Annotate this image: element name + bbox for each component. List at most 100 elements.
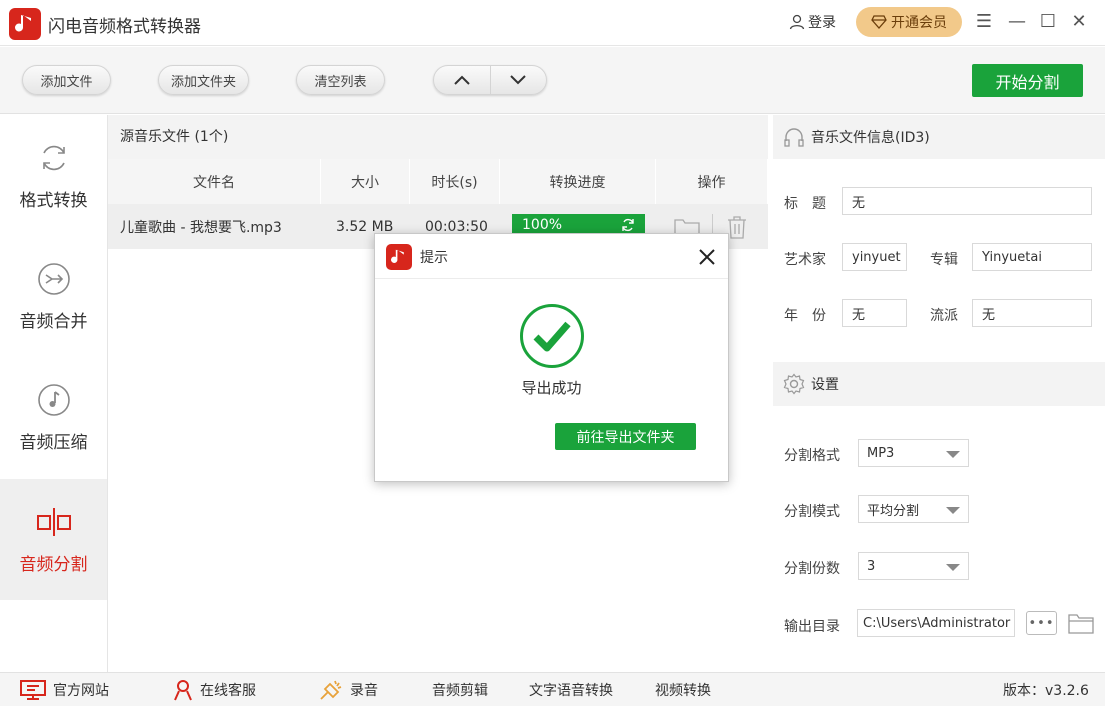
audio-edit-link[interactable]: 音频剪辑 bbox=[432, 673, 488, 706]
move-down-button[interactable] bbox=[489, 66, 547, 94]
column-header-progress: 转换进度 bbox=[500, 159, 656, 204]
app-logo-icon bbox=[386, 244, 412, 270]
bottom-bar: 官方网站 在线客服 录音 音频剪辑 文字语音转换 视频转换 版本：v3.2.6 bbox=[0, 672, 1105, 706]
id3-section-header: 音乐文件信息(ID3) bbox=[773, 115, 1105, 159]
split-format-label: 分割格式 bbox=[784, 448, 840, 464]
genre-label: 流派 bbox=[930, 308, 958, 324]
sidebar-item-audio-merge[interactable]: 音频合并 bbox=[0, 236, 107, 357]
user-icon bbox=[789, 14, 805, 30]
diamond-icon bbox=[871, 15, 887, 29]
maximize-button[interactable]: ☐ bbox=[1037, 10, 1059, 32]
folder-icon[interactable] bbox=[1068, 612, 1094, 638]
chevron-down-icon bbox=[510, 75, 526, 85]
progress-label: 100% bbox=[522, 217, 563, 233]
monitor-icon bbox=[20, 680, 46, 700]
vip-label: 开通会员 bbox=[891, 15, 947, 31]
close-icon bbox=[699, 249, 715, 265]
album-field[interactable]: Yinyuetai bbox=[972, 243, 1092, 271]
app-logo-icon bbox=[9, 8, 41, 40]
person-icon bbox=[174, 680, 192, 701]
login-button[interactable]: 登录 bbox=[789, 12, 836, 32]
year-field[interactable]: 无 bbox=[842, 299, 907, 327]
refresh-icon[interactable] bbox=[621, 218, 635, 232]
toolbar: 添加文件 添加文件夹 清空列表 开始分割 bbox=[0, 47, 1105, 114]
website-label: 官方网站 bbox=[53, 683, 109, 699]
chevron-up-icon bbox=[454, 75, 470, 85]
record-label: 录音 bbox=[350, 683, 378, 699]
output-dir-label: 输出目录 bbox=[784, 619, 840, 635]
caret-down-icon bbox=[946, 507, 960, 514]
column-header-duration: 时长(s) bbox=[410, 159, 500, 204]
title-label: 标 题 bbox=[784, 196, 826, 212]
service-label: 在线客服 bbox=[200, 683, 256, 699]
output-dir-field[interactable]: C:\Users\Administrator bbox=[857, 609, 1015, 637]
genre-field[interactable]: 无 bbox=[972, 299, 1092, 327]
start-split-button[interactable]: 开始分割 bbox=[972, 64, 1083, 97]
website-link[interactable]: 官方网站 bbox=[19, 673, 109, 706]
refresh-icon bbox=[36, 140, 72, 176]
open-export-folder-button[interactable]: 前往导出文件夹 bbox=[555, 423, 696, 450]
vip-button[interactable]: 开通会员 bbox=[856, 7, 962, 37]
column-header-filename: 文件名 bbox=[108, 159, 321, 204]
artist-field[interactable]: yinyuet bbox=[842, 243, 907, 271]
sidebar-item-label: 音频分割 bbox=[19, 555, 88, 575]
column-header-size: 大小 bbox=[321, 159, 410, 204]
split-mode-select[interactable]: 平均分割 bbox=[858, 495, 969, 523]
close-button[interactable]: ✕ bbox=[1068, 10, 1090, 32]
settings-section-title: 设置 bbox=[811, 377, 839, 393]
checkmark-icon bbox=[520, 304, 584, 368]
right-panel: 音乐文件信息(ID3) 标 题 无 艺术家 yinyuet 专辑 Yinyuet… bbox=[773, 115, 1105, 672]
clear-list-button[interactable]: 清空列表 bbox=[296, 65, 385, 95]
headphones-icon bbox=[784, 128, 804, 147]
music-note-icon bbox=[36, 382, 72, 418]
split-count-label: 分割份数 bbox=[784, 561, 840, 577]
sidebar-item-label: 格式转换 bbox=[19, 191, 88, 211]
record-link[interactable]: 录音 bbox=[318, 673, 378, 706]
split-icon bbox=[36, 504, 72, 540]
customer-service-link[interactable]: 在线客服 bbox=[172, 673, 256, 706]
split-mode-label: 分割模式 bbox=[784, 504, 840, 520]
merge-icon bbox=[36, 261, 72, 297]
gear-icon bbox=[783, 373, 805, 395]
split-format-value: MP3 bbox=[867, 445, 895, 461]
settings-section-header: 设置 bbox=[773, 362, 1105, 406]
sidebar-item-format-convert[interactable]: 格式转换 bbox=[0, 115, 107, 236]
split-mode-value: 平均分割 bbox=[867, 503, 920, 519]
sidebar: 格式转换 音频合并 音频压缩 音频分割 bbox=[0, 115, 108, 672]
split-count-select[interactable]: 3 bbox=[858, 552, 969, 580]
sidebar-item-label: 音频压缩 bbox=[19, 433, 88, 453]
add-folder-button[interactable]: 添加文件夹 bbox=[158, 65, 249, 95]
split-count-value: 3 bbox=[867, 558, 876, 574]
file-list-title: 源音乐文件 (1个) bbox=[108, 115, 768, 159]
year-label: 年 份 bbox=[784, 308, 826, 324]
add-file-button[interactable]: 添加文件 bbox=[22, 65, 111, 95]
file-name: 儿童歌曲 - 我想要飞.mp3 bbox=[120, 219, 282, 236]
login-label: 登录 bbox=[808, 15, 836, 31]
export-success-dialog: 提示 导出成功 前往导出文件夹 bbox=[374, 233, 729, 482]
dialog-close-button[interactable] bbox=[695, 245, 719, 269]
browse-button[interactable]: ••• bbox=[1026, 611, 1057, 635]
caret-down-icon bbox=[946, 451, 960, 458]
minimize-button[interactable]: — bbox=[1006, 10, 1028, 32]
move-up-button[interactable] bbox=[434, 66, 490, 94]
text-to-speech-link[interactable]: 文字语音转换 bbox=[529, 673, 613, 706]
sidebar-item-audio-split[interactable]: 音频分割 bbox=[0, 479, 107, 600]
menu-icon[interactable]: ☰ bbox=[973, 10, 995, 32]
album-label: 专辑 bbox=[930, 252, 958, 268]
dialog-message: 导出成功 bbox=[521, 379, 582, 397]
reorder-buttons bbox=[433, 65, 547, 95]
column-header-actions: 操作 bbox=[656, 159, 768, 204]
video-convert-link[interactable]: 视频转换 bbox=[655, 673, 711, 706]
dialog-header: 提示 bbox=[375, 234, 728, 279]
artist-label: 艺术家 bbox=[784, 252, 826, 268]
sidebar-item-audio-compress[interactable]: 音频压缩 bbox=[0, 357, 107, 478]
id3-section-title: 音乐文件信息(ID3) bbox=[811, 130, 930, 146]
caret-down-icon bbox=[946, 564, 960, 571]
dialog-title: 提示 bbox=[420, 250, 448, 266]
split-format-select[interactable]: MP3 bbox=[858, 439, 969, 467]
version-label: 版本：v3.2.6 bbox=[1003, 683, 1089, 699]
microphone-icon bbox=[320, 680, 342, 700]
app-title: 闪电音频格式转换器 bbox=[48, 17, 201, 37]
title-field[interactable]: 无 bbox=[842, 187, 1092, 215]
title-bar: 闪电音频格式转换器 登录 开通会员 ☰ — ☐ ✕ bbox=[0, 0, 1105, 46]
